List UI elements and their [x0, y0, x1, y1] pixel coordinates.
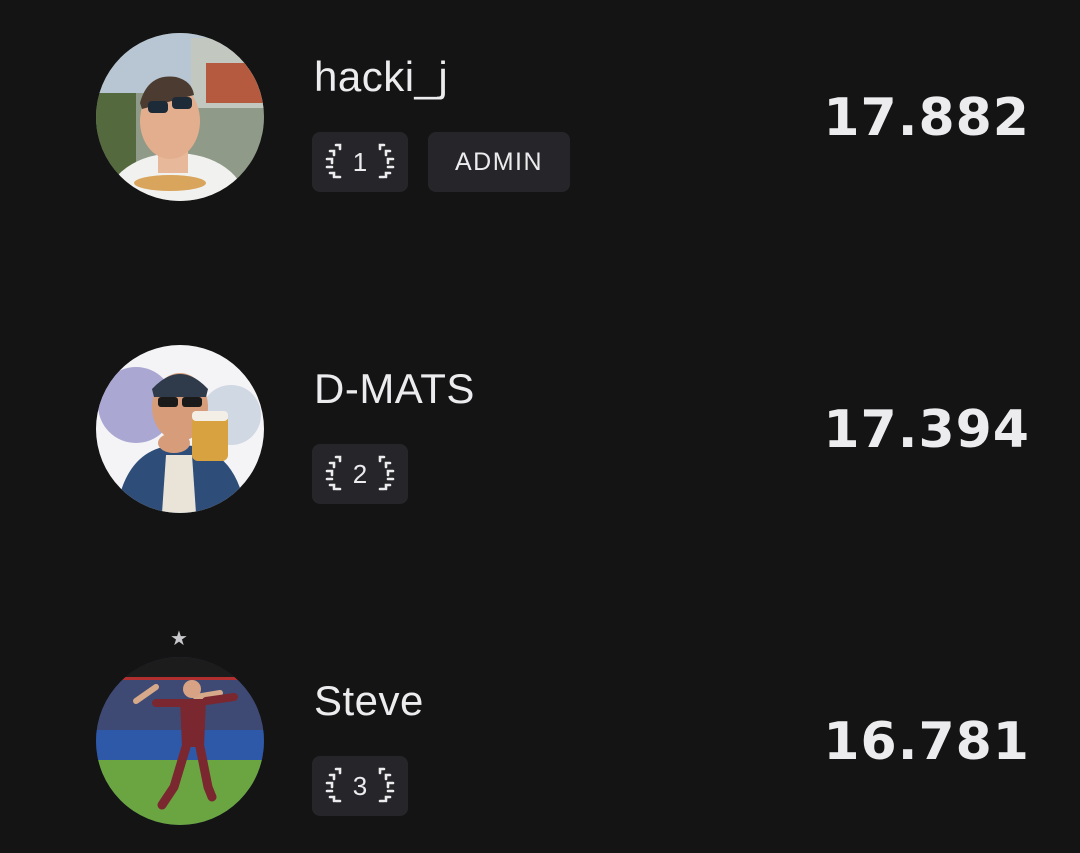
user-photo-avatar-icon: [96, 345, 264, 513]
rank-number: 2: [352, 459, 368, 489]
rank-badge: 3: [312, 756, 408, 816]
laurel-right-icon: [378, 143, 395, 179]
laurel-left-icon: [325, 767, 342, 803]
rank-number: 3: [352, 771, 368, 801]
laurel-right-icon: [378, 455, 395, 491]
laurel-left-icon: [325, 455, 342, 491]
role-badge: ADMIN: [428, 132, 570, 192]
rank-badge: 2: [312, 444, 408, 504]
user-photo-avatar-icon: [96, 657, 264, 825]
user-photo-avatar-icon: [96, 33, 264, 201]
score: 17.882: [823, 88, 1030, 148]
leaderboard-row[interactable]: ★ Steve 3 16.781: [0, 627, 1080, 827]
avatar[interactable]: [96, 345, 264, 513]
avatar[interactable]: [96, 33, 264, 201]
badge-group: 1 ADMIN: [312, 132, 570, 192]
rank-number: 1: [352, 147, 368, 177]
leaderboard-row[interactable]: hacki_j 1 ADMIN 17.882: [0, 33, 1080, 203]
rank-badge: 1: [312, 132, 408, 192]
username[interactable]: Steve: [314, 675, 424, 727]
badge-group: 2: [312, 444, 408, 504]
avatar[interactable]: [96, 657, 264, 825]
score: 17.394: [823, 400, 1030, 460]
badge-group: 3: [312, 756, 408, 816]
leaderboard-row[interactable]: D-MATS 2 17.394: [0, 345, 1080, 515]
laurel-right-icon: [378, 767, 395, 803]
star-icon: ★: [170, 626, 188, 650]
score: 16.781: [823, 712, 1030, 772]
laurel-left-icon: [325, 143, 342, 179]
username[interactable]: hacki_j: [314, 51, 448, 103]
leaderboard-list: hacki_j 1 ADMIN 17.882 D-MATS 2 17.394 ★…: [0, 0, 1080, 853]
username[interactable]: D-MATS: [314, 363, 475, 415]
